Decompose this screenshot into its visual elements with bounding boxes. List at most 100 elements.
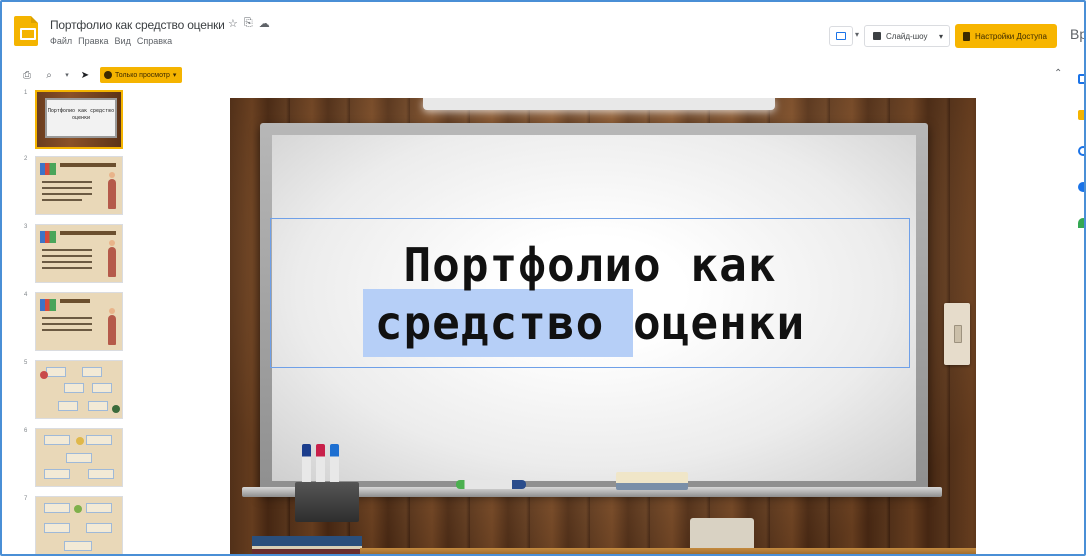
slideshow-icon: [873, 32, 881, 40]
slide-thumbnail[interactable]: [35, 360, 123, 419]
slide-number: 3: [24, 224, 28, 230]
thumb-text-line: [42, 261, 92, 263]
thumb-card: [46, 367, 66, 377]
menu-help[interactable]: Справка: [137, 36, 172, 46]
view-mode-chip[interactable]: Только просмотр ▾: [100, 67, 183, 83]
thumb-card: [44, 435, 70, 445]
thumb-text-line: [42, 181, 92, 183]
thumb-text-line: [42, 267, 92, 269]
chevron-down-icon[interactable]: ▾: [64, 68, 70, 82]
star-icon[interactable]: ☆: [228, 17, 238, 30]
title-icons: ☆ ⎘ ☁: [228, 17, 270, 30]
slide-title-line-2: средство оценки: [374, 296, 806, 350]
slide-number: 6: [24, 428, 28, 434]
thumb-card: [86, 435, 112, 445]
slides-logo-icon[interactable]: [14, 16, 38, 46]
slide-number: 7: [24, 496, 28, 502]
present-options-button[interactable]: [829, 26, 853, 46]
thumb-heading: [60, 299, 90, 303]
lamp-icon: [423, 98, 775, 110]
thumb-card: [44, 469, 70, 479]
thumb-text-line: [42, 193, 92, 195]
select-cursor-icon[interactable]: ➤: [78, 68, 92, 82]
thumb-card: [58, 401, 78, 411]
slideshow-label: Слайд-шоу: [886, 31, 928, 41]
slide-thumbnail[interactable]: [35, 156, 123, 215]
marker-icon: [302, 444, 311, 486]
menu-view[interactable]: Вид: [115, 36, 131, 46]
slide-thumbnail[interactable]: Портфолио как средство оценки: [35, 90, 123, 149]
keep-icon[interactable]: [1078, 110, 1084, 120]
cloud-status-icon[interactable]: ☁: [259, 17, 270, 30]
share-button[interactable]: Настройки Доступа: [955, 24, 1057, 48]
books-icon: [40, 163, 56, 175]
top-bar: Портфолио как средство оценки ☆ ⎘ ☁ Файл…: [2, 2, 1084, 62]
slide-canvas[interactable]: Портфолио как средство оценки: [130, 88, 1084, 554]
thumb-image: [74, 505, 82, 513]
view-mode-label: Только просмотр: [115, 71, 170, 79]
print-icon[interactable]: ⎙: [20, 68, 34, 82]
thumb-card: [82, 367, 102, 377]
present-icon: [836, 32, 846, 40]
slideshow-button[interactable]: Слайд-шоу ▾: [864, 25, 950, 47]
slide-thumbnail[interactable]: [35, 496, 123, 554]
light-switch-icon: [944, 303, 970, 365]
calendar-icon[interactable]: [1078, 74, 1084, 84]
teacher-figure-icon: [108, 240, 116, 277]
thumb-text-line: [42, 323, 92, 325]
thumb-text-line: [42, 249, 92, 251]
chevron-down-icon[interactable]: ▾: [939, 32, 943, 41]
marker-icon: [330, 444, 339, 486]
document-title[interactable]: Портфолио как средство оценки: [50, 18, 225, 32]
marker-holder: [295, 482, 359, 522]
move-to-folder-icon[interactable]: ⎘: [244, 17, 253, 30]
marker-icon: [316, 444, 325, 486]
thumb-image: [76, 437, 84, 445]
avatar[interactable]: Вр: [1070, 26, 1084, 42]
slide-number: 4: [24, 292, 28, 298]
thumb-text-line: [42, 329, 92, 331]
menu-bar: Файл Правка Вид Справка: [50, 36, 172, 46]
thumb-card: [66, 453, 92, 463]
slide-number: 5: [24, 360, 28, 366]
current-slide[interactable]: Портфолио как средство оценки: [230, 98, 976, 554]
share-label: Настройки Доступа: [975, 31, 1047, 41]
thumb-image: [112, 405, 120, 413]
slide-number: 1: [24, 90, 28, 96]
thumb-heading: [60, 231, 116, 235]
eraser-icon: [616, 472, 688, 490]
thumb-card: [64, 383, 84, 393]
books-icon: [40, 299, 56, 311]
thumb-title: Портфолио как средство оценки: [47, 108, 115, 121]
menu-file[interactable]: Файл: [50, 36, 72, 46]
eye-icon: [104, 71, 112, 79]
slide-thumbnail[interactable]: [35, 224, 123, 283]
chevron-down-icon[interactable]: ▾: [855, 30, 859, 39]
teacher-figure-icon: [108, 308, 116, 345]
side-panel: [1072, 62, 1084, 554]
slide-thumbnail[interactable]: [35, 428, 123, 487]
chevron-down-icon: ▾: [172, 72, 177, 79]
teacher-figure-icon: [108, 172, 116, 209]
app-window: Портфолио как средство оценки ☆ ⎘ ☁ Файл…: [0, 0, 1086, 556]
thumb-card: [64, 541, 92, 551]
lock-icon: [963, 31, 970, 41]
menu-edit[interactable]: Правка: [78, 36, 108, 46]
thumb-card: [88, 469, 114, 479]
contacts-icon[interactable]: [1078, 182, 1084, 192]
thumb-text-line: [42, 317, 92, 319]
slide-thumbnail[interactable]: [35, 292, 123, 351]
thumb-card: [86, 503, 112, 513]
tasks-icon[interactable]: [1078, 146, 1084, 156]
books-icon: [40, 231, 56, 243]
slide-number: 2: [24, 156, 28, 162]
maps-icon[interactable]: [1078, 218, 1084, 228]
collapse-menus-icon[interactable]: ⌃: [1054, 68, 1062, 79]
slide-title-line-1: Портфолио как: [403, 238, 777, 292]
thumb-text-line: [42, 187, 92, 189]
zoom-icon[interactable]: ⌕: [42, 68, 56, 82]
books-icon: [252, 536, 362, 554]
thumb-card: [92, 383, 112, 393]
thumb-heading: [60, 163, 116, 167]
slide-title[interactable]: Портфолио как средство оценки: [270, 236, 910, 352]
